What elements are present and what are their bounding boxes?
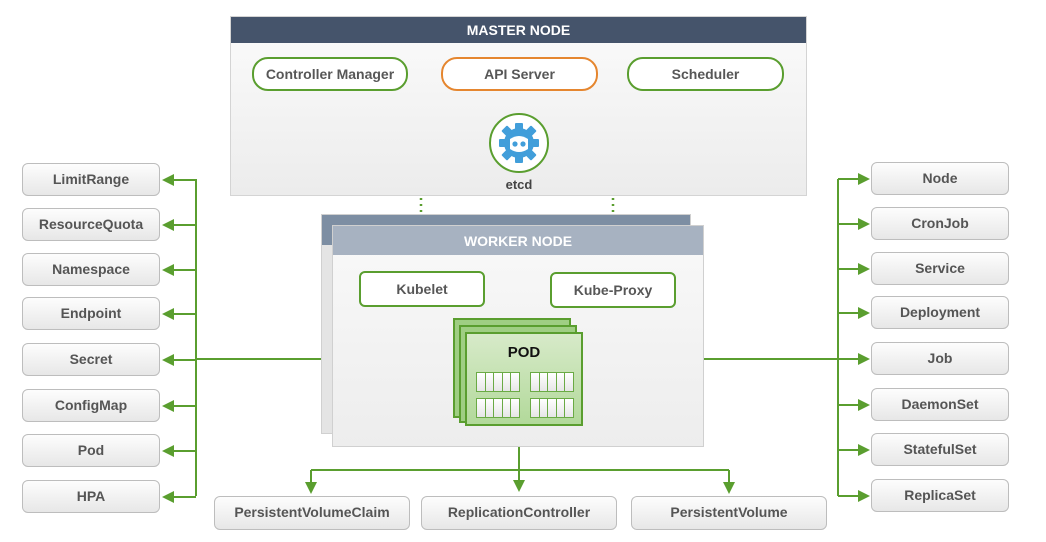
pod-box[interactable]: POD <box>465 332 583 426</box>
resource-hpa[interactable]: HPA <box>22 480 160 513</box>
master-node-title: MASTER NODE <box>231 17 806 43</box>
container-grid <box>530 372 574 392</box>
resource-replicaset[interactable]: ReplicaSet <box>871 479 1009 512</box>
master-node-panel: MASTER NODE Controller Manager API Serve… <box>230 16 807 196</box>
resource-persistentvolume[interactable]: PersistentVolume <box>631 496 827 530</box>
resource-cronjob[interactable]: CronJob <box>871 207 1009 240</box>
etcd-icon[interactable] <box>489 113 549 173</box>
container-grid <box>476 398 520 418</box>
resource-secret[interactable]: Secret <box>22 343 160 376</box>
kubelet-box[interactable]: Kubelet <box>359 271 485 307</box>
container-grid <box>530 398 574 418</box>
resource-endpoint[interactable]: Endpoint <box>22 297 160 330</box>
scheduler-box[interactable]: Scheduler <box>627 57 784 91</box>
resource-statefulset[interactable]: StatefulSet <box>871 433 1009 466</box>
resource-replicationcontroller[interactable]: ReplicationController <box>421 496 617 530</box>
pod-label: POD <box>507 344 541 361</box>
worker-node-title: WORKER NODE <box>333 226 703 255</box>
resource-limitrange[interactable]: LimitRange <box>22 163 160 196</box>
resource-configmap[interactable]: ConfigMap <box>22 389 160 422</box>
api-server-box[interactable]: API Server <box>441 57 598 91</box>
resource-namespace[interactable]: Namespace <box>22 253 160 286</box>
controller-manager-box[interactable]: Controller Manager <box>252 57 408 91</box>
resource-persistentvolumeclaim[interactable]: PersistentVolumeClaim <box>214 496 410 530</box>
resource-deployment[interactable]: Deployment <box>871 296 1009 329</box>
resource-job[interactable]: Job <box>871 342 1009 375</box>
resource-resourcequota[interactable]: ResourceQuota <box>22 208 160 241</box>
resource-node[interactable]: Node <box>871 162 1009 195</box>
resource-pod[interactable]: Pod <box>22 434 160 467</box>
resource-daemonset[interactable]: DaemonSet <box>871 388 1009 421</box>
etcd-label: etcd <box>505 177 533 192</box>
container-grid <box>476 372 520 392</box>
resource-service[interactable]: Service <box>871 252 1009 285</box>
kube-proxy-box[interactable]: Kube-Proxy <box>550 272 676 308</box>
